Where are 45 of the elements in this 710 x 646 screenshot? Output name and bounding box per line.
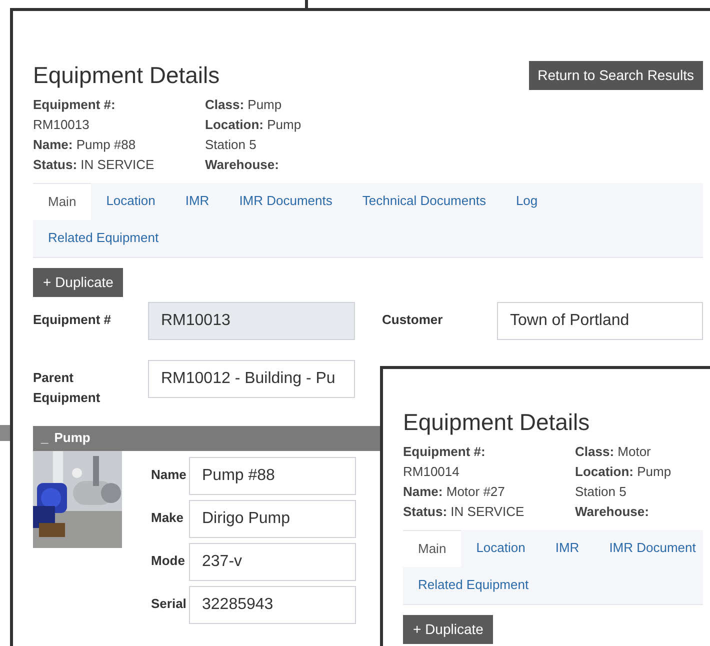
background-window-edge [0,425,10,441]
input-field[interactable]: Pump #88 [189,456,356,494]
field-label: Serial [151,594,188,612]
page-title: Equipment Details [403,408,590,437]
info-text: Status: IN SERVICE [403,504,524,518]
info-text: Location: Pump Station 5 [205,116,302,152]
tab[interactable]: Related Equipment [403,566,544,604]
info-text: Name: Motor #27 [403,484,505,498]
field-label: Equipment # [33,310,112,329]
field-label: Customer [382,310,444,328]
info-text: Equipment #: RM10014 [403,444,486,478]
tab[interactable]: IMR [540,530,594,566]
page-title: Equipment Details [33,61,220,90]
info-text: Warehouse: [205,156,279,172]
field-label: Parent Equipment [33,368,102,407]
duplicate-button[interactable]: + Duplicate [33,268,124,296]
input-field[interactable]: 32285943 [189,586,356,624]
info-text: Status: IN SERVICE [33,156,154,172]
duplicate-button[interactable]: + Duplicate [403,614,494,644]
tab[interactable]: Main [403,530,462,566]
info-text: Class: Pump [205,96,282,112]
tab[interactable]: IMR [170,182,224,220]
info-text: Warehouse: [575,504,649,518]
tab[interactable]: IMR Documents [224,182,348,220]
return-button[interactable]: Return to Search Results [528,60,703,90]
section-title: Pump [54,429,90,448]
tab[interactable]: Related Equipment [33,220,174,256]
field-label: Name [151,466,188,484]
info-text: Location: Pump Station 5 [575,464,672,498]
tab[interactable]: IMR Document [594,530,710,566]
input-field[interactable]: 237-v [189,542,356,580]
info-text: Name: Pump #88 [33,136,136,152]
field-label: Make [151,508,185,526]
tab[interactable]: Location [461,530,540,566]
input-field[interactable]: Dirigo Pump [189,500,356,538]
collapse-toggle[interactable]: _ [41,428,48,448]
tab[interactable]: Technical Documents [347,182,501,220]
tab[interactable]: Location [91,182,170,220]
field-label: Mode [151,552,186,570]
input-field[interactable]: Town of Portland [497,302,703,340]
input-field[interactable]: RM10012 - Building - Pu [148,360,355,398]
tab[interactable]: Main [33,182,92,220]
info-text: Class: Motor [575,444,651,458]
tab[interactable]: Log [500,182,553,220]
info-text: Equipment #: RM10013 [33,96,116,132]
